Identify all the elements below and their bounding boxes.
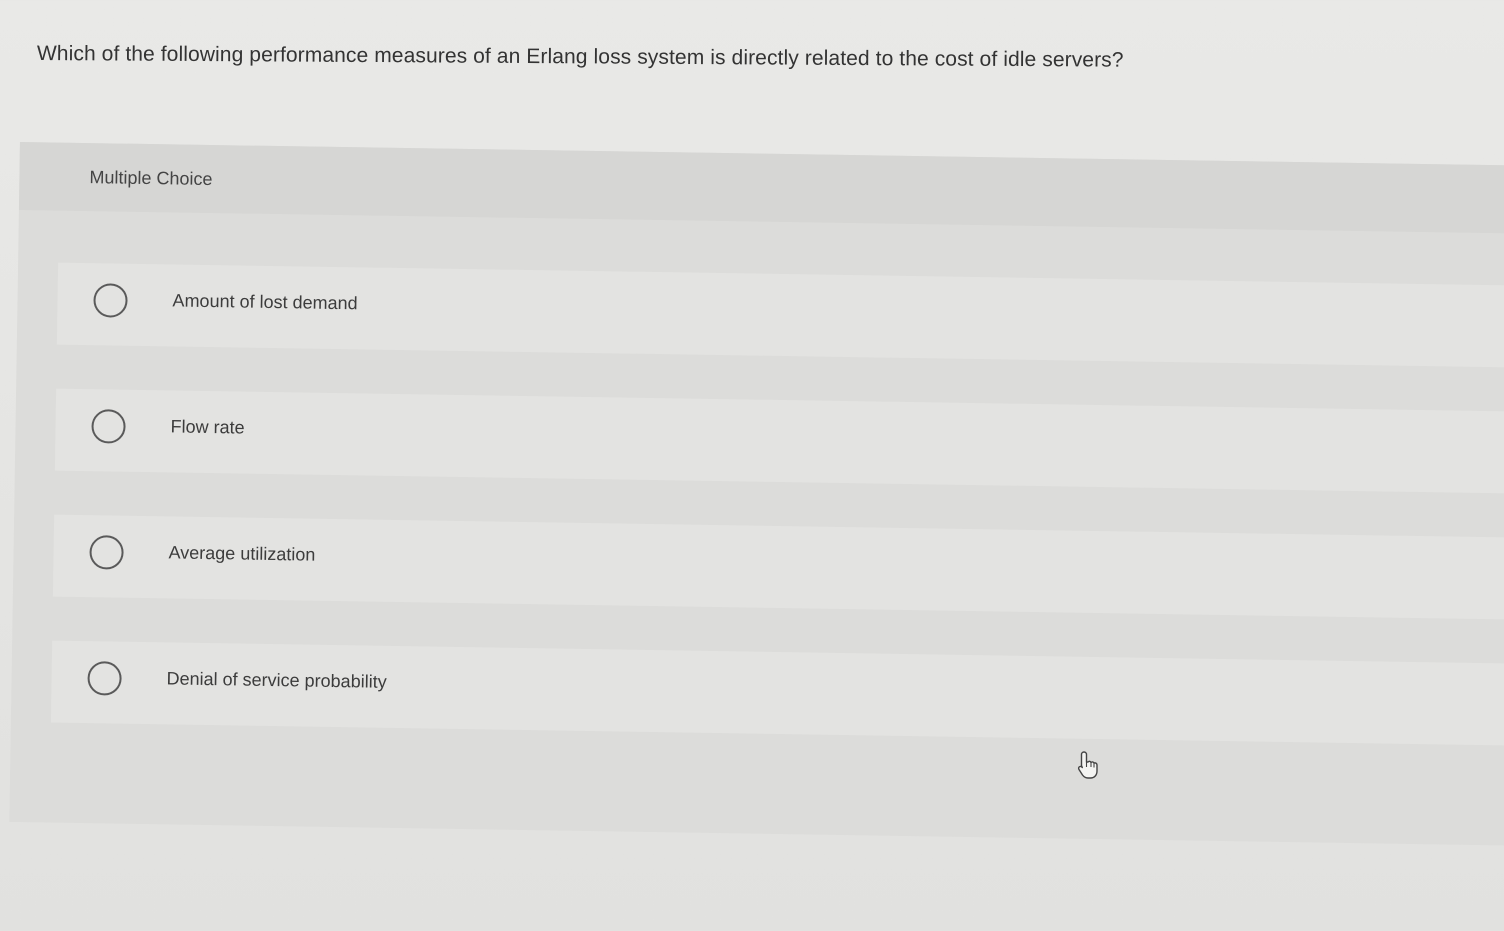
answer-option-label: Flow rate: [170, 416, 245, 438]
multiple-choice-card: Multiple Choice Amount of lost demand Fl…: [9, 142, 1504, 846]
radio-button[interactable]: [93, 283, 128, 318]
question-text: Which of the following performance measu…: [36, 42, 1124, 72]
radio-button[interactable]: [91, 409, 126, 444]
hand-pointer-icon: [1076, 750, 1102, 780]
answer-option-1[interactable]: Amount of lost demand: [56, 262, 1504, 368]
answer-option-3[interactable]: Average utilization: [52, 514, 1504, 620]
answer-option-2[interactable]: Flow rate: [54, 388, 1504, 494]
answer-option-label: Denial of service probability: [166, 668, 387, 692]
answer-option-4[interactable]: Denial of service probability: [50, 640, 1504, 746]
radio-button[interactable]: [89, 535, 124, 570]
answer-option-label: Average utilization: [168, 542, 316, 565]
radio-button[interactable]: [87, 661, 122, 696]
question-type-label: Multiple Choice: [89, 167, 213, 190]
answer-option-label: Amount of lost demand: [172, 290, 358, 314]
card-header: Multiple Choice: [18, 142, 1504, 234]
